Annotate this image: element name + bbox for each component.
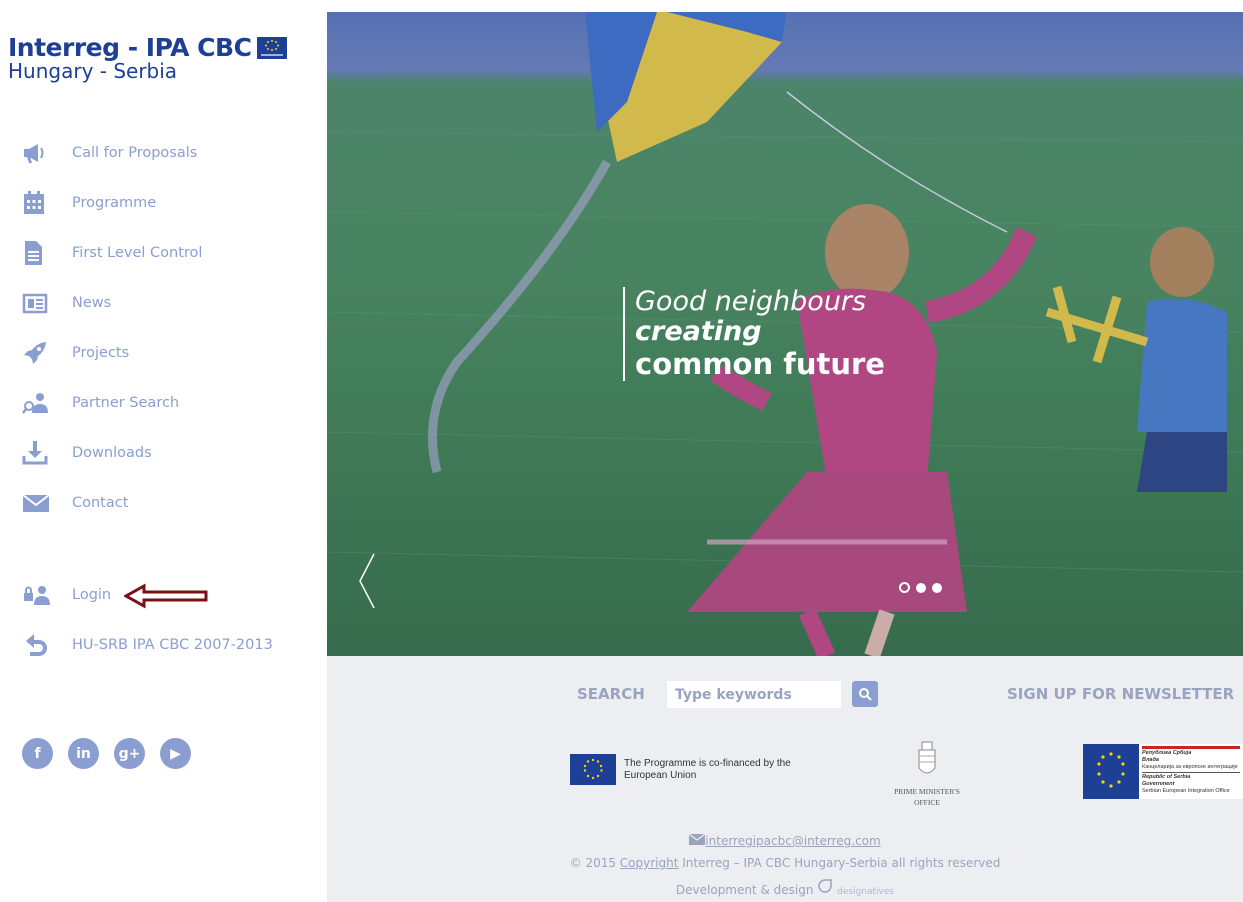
calendar-icon	[22, 188, 56, 218]
hero-caption: Good neighbours creating common future	[623, 287, 885, 381]
serbia-office-text: Република Србија Влада Канцеларија за ев…	[1139, 744, 1243, 799]
pm-office-line1: PRIME MINISTER'S	[894, 787, 960, 796]
menu-label: First Level Control	[72, 245, 203, 261]
hero-slider: Good neighbours creating common future	[327, 12, 1243, 656]
copyright-link[interactable]: Copyright	[620, 856, 679, 870]
envelope-icon	[22, 488, 56, 518]
linkedin-icon[interactable]: in	[68, 738, 99, 769]
eu-flag-icon	[257, 37, 288, 59]
menu-label: Programme	[72, 195, 157, 211]
eu-flag-icon	[570, 754, 616, 785]
logo-title: Interreg - IPA CBC	[8, 33, 252, 62]
search-label: SEARCH	[577, 685, 645, 703]
pm-office-line2: OFFICE	[914, 798, 940, 807]
copyright-row: © 2015 Copyright Interreg – IPA CBC Hung…	[327, 856, 1243, 870]
menu-item-contact[interactable]: Contact	[22, 478, 202, 528]
newsletter-signup-link[interactable]: SIGN UP FOR NEWSLETTER	[1007, 685, 1234, 703]
slider-dot-3[interactable]	[932, 582, 942, 593]
slider-pagination	[899, 582, 942, 593]
chevron-left-icon	[359, 553, 375, 609]
rocket-icon	[22, 338, 56, 368]
contact-email-link[interactable]: interregipacbc@interreg.com	[705, 834, 880, 848]
rs-line2: Влада	[1142, 757, 1159, 763]
menu-label: Login	[72, 587, 112, 603]
newspaper-icon	[22, 288, 56, 318]
social-links: f in g+ ▶	[22, 738, 191, 769]
menu-item-partner-search[interactable]: Partner Search	[22, 378, 202, 428]
download-icon	[22, 438, 56, 468]
menu-item-news[interactable]: News	[22, 278, 202, 328]
menu-label: News	[72, 295, 112, 311]
slider-dot-2[interactable]	[916, 582, 926, 593]
site-logo[interactable]: Interreg - IPA CBC Hungary - Serbia	[8, 33, 288, 83]
megaphone-icon	[22, 138, 56, 168]
return-arrow-icon	[22, 630, 56, 660]
hero-line-1: Good neighbours	[635, 286, 867, 317]
menu-label: Downloads	[72, 445, 152, 461]
footer: SEARCH SIGN UP FOR NEWSLETTER The Progra…	[327, 656, 1243, 902]
rs-line3: Канцеларија за европске интеграције	[1142, 764, 1238, 770]
logo-subtitle: Hungary - Serbia	[8, 59, 178, 83]
email-icon	[688, 833, 706, 845]
sidebar: Interreg - IPA CBC Hungary - Serbia Call…	[0, 0, 327, 902]
development-credit: Development & design designatives	[327, 878, 1243, 897]
designatives-logo-icon	[818, 879, 833, 893]
rs-line1: Република Србија	[1142, 750, 1192, 756]
menu-label: HU-SRB IPA CBC 2007-2013	[72, 637, 273, 653]
rs-line5: Government	[1142, 781, 1175, 787]
eu-cofinanced-text: The Programme is co-financed by the Euro…	[624, 758, 791, 781]
dev-label: Development & design	[675, 883, 814, 897]
coat-of-arms-icon	[918, 741, 936, 774]
dev-brand[interactable]: designatives	[837, 887, 894, 897]
menu-item-hu-srb-ipa-cbc-2007-2013[interactable]: HU-SRB IPA CBC 2007-2013	[22, 620, 273, 670]
document-icon	[22, 238, 56, 268]
menu-label: Partner Search	[72, 395, 180, 411]
menu-item-programme[interactable]: Programme	[22, 178, 202, 228]
menu-item-downloads[interactable]: Downloads	[22, 428, 202, 478]
annotation-arrow-icon	[122, 583, 210, 614]
prime-ministers-office-logo: PRIME MINISTER'S OFFICE	[887, 740, 967, 807]
rs-line6: Serbian European Integration Office	[1142, 788, 1230, 794]
login-users-icon	[22, 580, 56, 610]
rs-line4: Republic of Serbia	[1142, 774, 1191, 780]
youtube-icon[interactable]: ▶	[160, 738, 191, 769]
hero-line-2: creating	[635, 316, 762, 347]
google-plus-icon[interactable]: g+	[114, 738, 145, 769]
serbian-integration-office-logo: Република Србија Влада Канцеларија за ев…	[1083, 744, 1243, 799]
menu-label: Projects	[72, 345, 130, 361]
facebook-icon[interactable]: f	[22, 738, 53, 769]
slider-prev-button[interactable]	[357, 552, 377, 615]
slider-dot-1[interactable]	[899, 582, 910, 593]
main-menu: Call for Proposals Programme First Level…	[22, 128, 202, 528]
menu-label: Call for Proposals	[72, 145, 198, 161]
menu-item-projects[interactable]: Projects	[22, 328, 202, 378]
menu-item-first-level-control[interactable]: First Level Control	[22, 228, 202, 278]
search-icon	[859, 688, 872, 701]
person-search-icon	[22, 388, 56, 418]
copyright-suffix: Interreg – IPA CBC Hungary-Serbia all ri…	[678, 856, 1001, 870]
contact-email-row: interregipacbc@interreg.com	[327, 833, 1243, 848]
menu-item-call-for-proposals[interactable]: Call for Proposals	[22, 128, 202, 178]
menu-label: Contact	[72, 495, 129, 511]
eu-stars-icon	[1083, 744, 1139, 799]
copyright-prefix: © 2015	[569, 856, 620, 870]
search-button[interactable]	[852, 681, 878, 707]
hero-line-3: common future	[635, 347, 885, 381]
search-input[interactable]	[667, 681, 841, 708]
